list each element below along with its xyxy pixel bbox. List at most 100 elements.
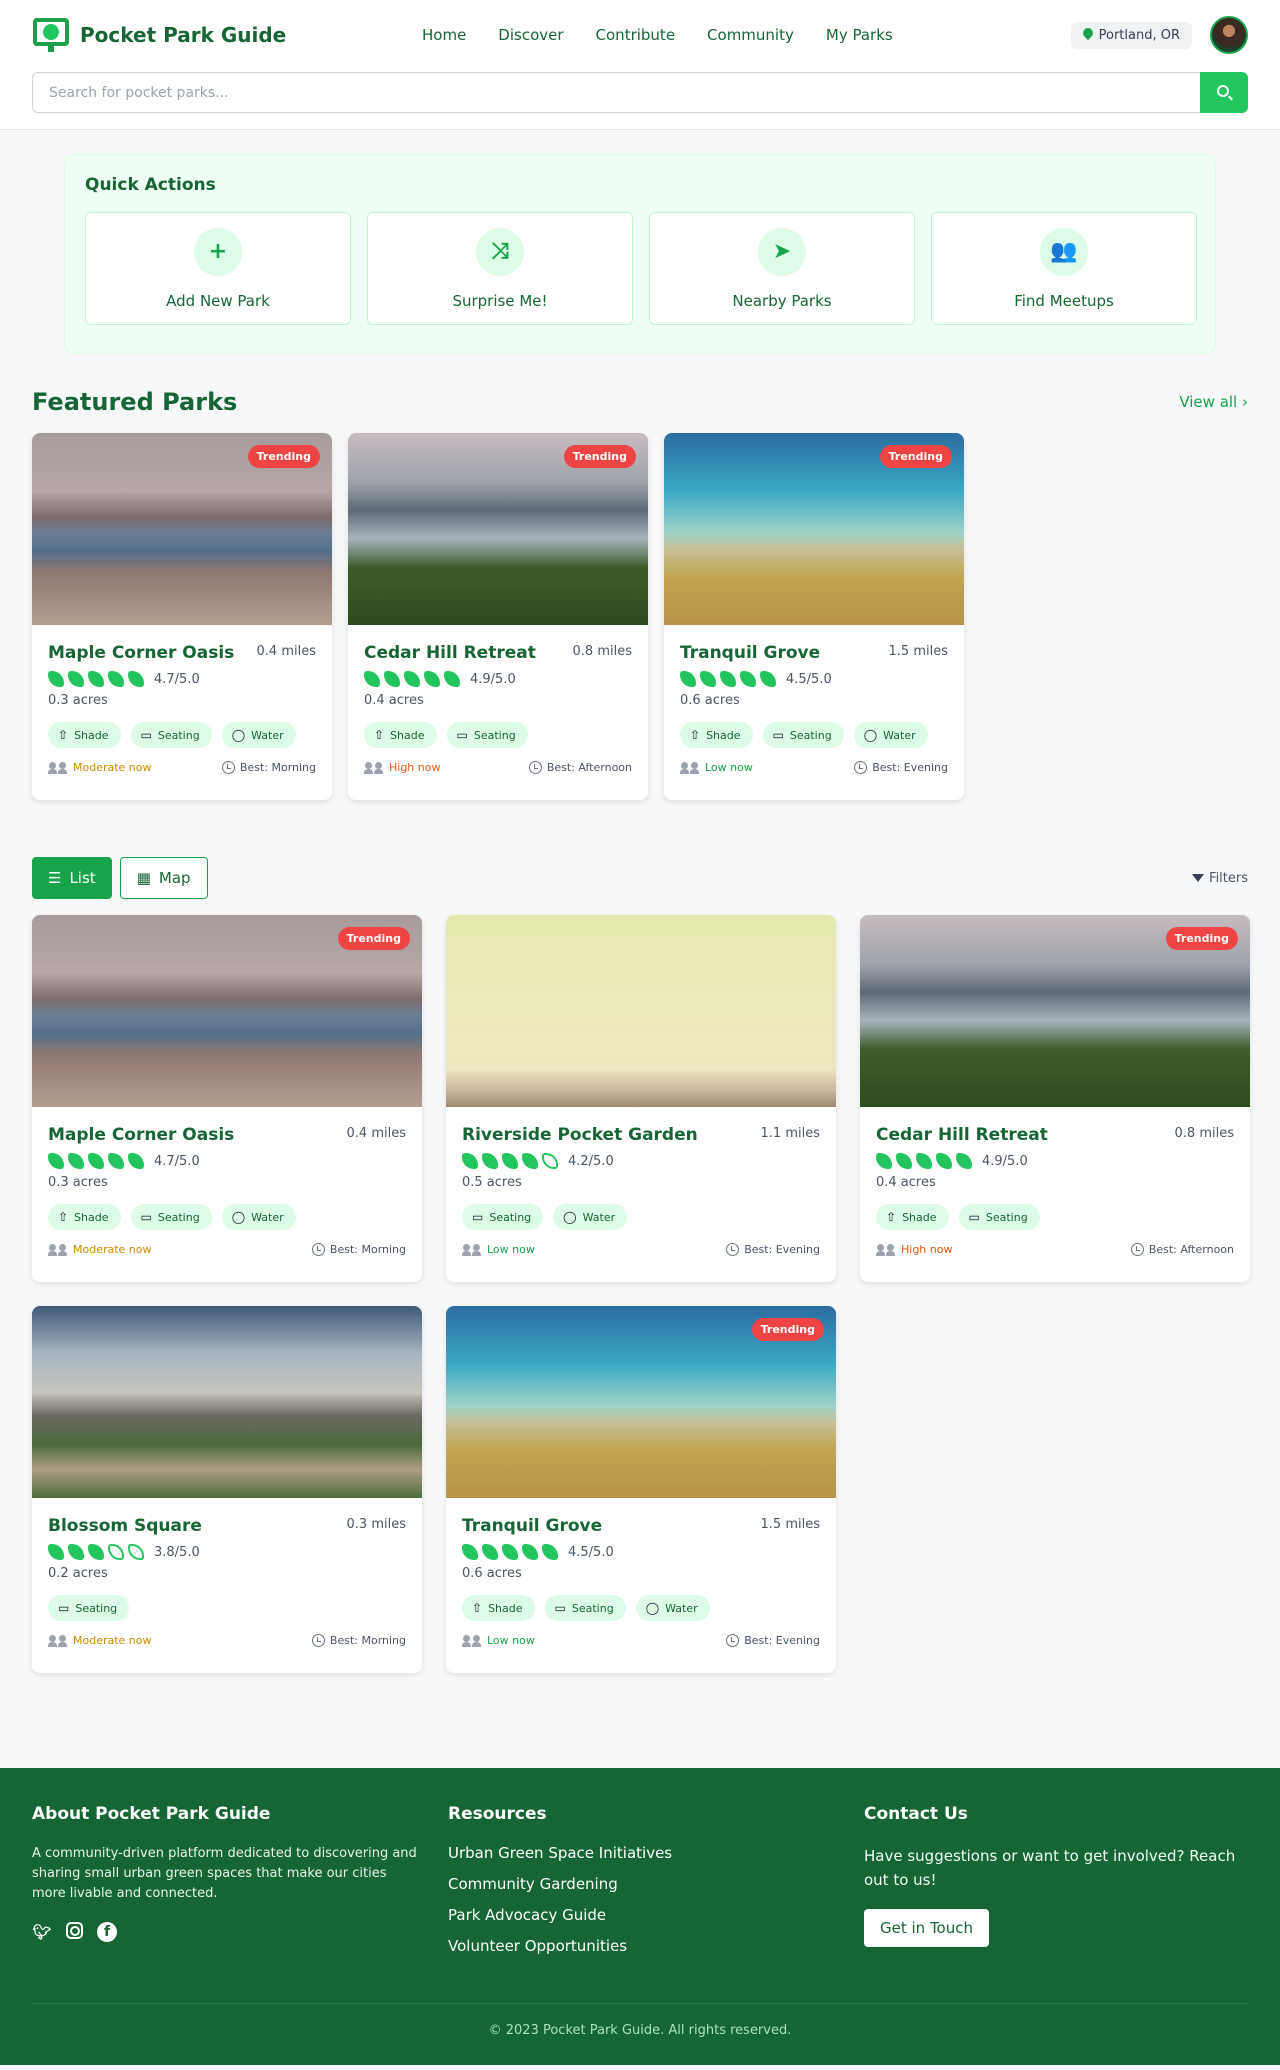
leaf-filled-icon: [720, 671, 736, 687]
location-arrow-icon: ➤: [758, 227, 806, 276]
crowd-status: Moderate now: [48, 761, 152, 774]
leaf-filled-icon: [364, 671, 380, 687]
map-view-label: Map: [158, 869, 191, 887]
get-in-touch-button[interactable]: Get in Touch: [864, 1909, 989, 1947]
amenity-list: ⇧ Shade ▭ Seating ◯ Water: [680, 722, 948, 748]
twitter-icon[interactable]: 🐦︎: [32, 1922, 52, 1942]
leaf-filled-icon: [68, 671, 84, 687]
park-acres: 0.4 acres: [364, 693, 424, 708]
amenity-chip: ◯ Water: [221, 1204, 296, 1230]
shade-icon: ⇧: [472, 1601, 483, 1615]
park-card[interactable]: Trending Tranquil Grove 1.5 miles 4.5/5.0 0.…: [664, 433, 964, 800]
instagram-icon[interactable]: [66, 1922, 83, 1939]
park-card-body: Blossom Square 0.3 miles 3.8/5.0 0.2 acres ▭…: [32, 1498, 422, 1647]
resource-link[interactable]: Park Advocacy Guide: [448, 1906, 864, 1924]
park-name[interactable]: Blossom Square: [48, 1516, 202, 1536]
resource-link[interactable]: Volunteer Opportunities: [448, 1937, 864, 1955]
clock-icon: [311, 1243, 325, 1256]
park-name[interactable]: Cedar Hill Retreat: [364, 643, 536, 663]
park-card-header: Tranquil Grove 1.5 miles: [462, 1516, 820, 1536]
nav-contribute[interactable]: Contribute: [596, 26, 676, 44]
quick-actions-grid: + Add New Park ⤨ Surprise Me! ➤ Nearby Parks 👥…: [85, 212, 1197, 325]
nav-home[interactable]: Home: [422, 26, 466, 44]
rating-text: 3.8/5.0: [154, 1544, 200, 1560]
amenity-chip: ▭ Seating: [48, 1595, 130, 1621]
resource-link[interactable]: Community Gardening: [448, 1875, 864, 1893]
location-badge[interactable]: Portland, OR: [1070, 21, 1192, 49]
clock-icon: [726, 1243, 740, 1256]
amenity-chip: ◯ Water: [635, 1595, 710, 1621]
park-card-body: Cedar Hill Retreat 0.8 miles 4.9/5.0 0.4 ac…: [860, 1107, 1250, 1256]
park-rating: 4.5/5.0: [462, 1544, 820, 1560]
park-card[interactable]: Trending Maple Corner Oasis 0.4 miles 4.7/5…: [32, 433, 332, 800]
shade-icon: ⇧: [690, 728, 701, 742]
park-rating: 4.5/5.0: [680, 671, 948, 687]
best-time: Best: Afternoon: [1130, 1243, 1234, 1256]
park-card-body: Cedar Hill Retreat 0.8 miles 4.9/5.0 0.4 ac…: [348, 625, 648, 774]
brand-logo[interactable]: Pocket Park Guide: [32, 16, 422, 54]
best-time: Best: Morning: [311, 1243, 406, 1256]
amenity-label: Shade: [488, 1601, 523, 1615]
park-name[interactable]: Riverside Pocket Garden: [462, 1125, 698, 1145]
amenity-chip: ◯ Water: [853, 722, 928, 748]
park-name[interactable]: Tranquil Grove: [462, 1516, 602, 1536]
park-monitor-icon: [32, 16, 70, 54]
list-view-button[interactable]: ☰ List: [32, 857, 112, 899]
search-input[interactable]: [32, 72, 1200, 113]
quick-action-card[interactable]: 👥 Find Meetups: [931, 212, 1197, 325]
quick-action-label: Surprise Me!: [452, 291, 548, 310]
amenity-chip: ▭ Seating: [446, 722, 528, 748]
crowd-status: Moderate now: [48, 1634, 152, 1647]
footer-resources-title: Resources: [448, 1804, 547, 1824]
footer-about-text: A community-driven platform dedicated to…: [32, 1846, 417, 1901]
nav-community[interactable]: Community: [707, 26, 794, 44]
park-card[interactable]: Trending Cedar Hill Retreat 0.8 miles 4.9/5…: [348, 433, 648, 800]
clock-icon: [726, 1634, 740, 1647]
view-all-link[interactable]: View all ›: [1179, 393, 1248, 411]
people-icon: [48, 761, 68, 774]
search-button[interactable]: [1200, 72, 1248, 113]
plus-icon: +: [194, 227, 242, 276]
park-name[interactable]: Maple Corner Oasis: [48, 643, 234, 663]
park-card[interactable]: Trending Tranquil Grove 1.5 miles 4.5/5.0 0.…: [446, 1306, 836, 1673]
park-card[interactable]: Trending Maple Corner Oasis 0.4 miles 4.7/5…: [32, 915, 422, 1282]
park-rating: 4.7/5.0: [48, 1153, 406, 1169]
quick-action-card[interactable]: + Add New Park: [85, 212, 351, 325]
map-view-button[interactable]: ▦ Map: [119, 857, 208, 899]
user-avatar[interactable]: [1210, 16, 1248, 54]
park-name[interactable]: Cedar Hill Retreat: [876, 1125, 1048, 1145]
park-name[interactable]: Tranquil Grove: [680, 643, 820, 663]
amenity-label: Shade: [74, 1210, 109, 1224]
park-card[interactable]: Blossom Square 0.3 miles 3.8/5.0 0.2 acres ▭…: [32, 1306, 422, 1673]
quick-action-card[interactable]: ⤨ Surprise Me!: [367, 212, 633, 325]
park-card[interactable]: Trending Cedar Hill Retreat 0.8 miles 4.9/5…: [860, 915, 1250, 1282]
nav-my-parks[interactable]: My Parks: [826, 26, 893, 44]
rating-text: 4.2/5.0: [568, 1153, 614, 1169]
park-photo: Trending: [860, 915, 1250, 1107]
park-card-body: Maple Corner Oasis 0.4 miles 4.7/5.0 0.3 ac…: [32, 1107, 422, 1256]
leaf-filled-icon: [876, 1153, 892, 1169]
amenity-label: Seating: [571, 1601, 614, 1615]
leaf-filled-icon: [108, 1153, 124, 1169]
seating-icon: ▭: [968, 1210, 980, 1224]
rating-text: 4.9/5.0: [982, 1153, 1028, 1169]
park-rating: 4.9/5.0: [876, 1153, 1234, 1169]
leaf-filled-icon: [542, 1544, 558, 1560]
filters-button[interactable]: Filters: [1192, 871, 1248, 886]
amenity-chip: ◯ Water: [221, 722, 296, 748]
best-time-text: Best: Evening: [744, 1243, 820, 1256]
park-photo: [32, 1306, 422, 1498]
park-name[interactable]: Maple Corner Oasis: [48, 1125, 234, 1145]
amenity-label: Seating: [489, 1210, 532, 1224]
facebook-icon[interactable]: f: [97, 1922, 117, 1942]
leaf-empty-icon: [542, 1153, 558, 1169]
leaf-filled-icon: [482, 1544, 498, 1560]
amenity-chip: ⇧ Shade: [48, 722, 121, 748]
nav-discover[interactable]: Discover: [498, 26, 563, 44]
leaf-filled-icon: [462, 1153, 478, 1169]
resource-link[interactable]: Urban Green Space Initiatives: [448, 1844, 864, 1862]
quick-action-card[interactable]: ➤ Nearby Parks: [649, 212, 915, 325]
park-card[interactable]: Riverside Pocket Garden 1.1 miles 4.2/5.0 0…: [446, 915, 836, 1282]
park-meta: High now Best: Afternoon: [364, 761, 632, 774]
search-icon: [1217, 85, 1229, 97]
